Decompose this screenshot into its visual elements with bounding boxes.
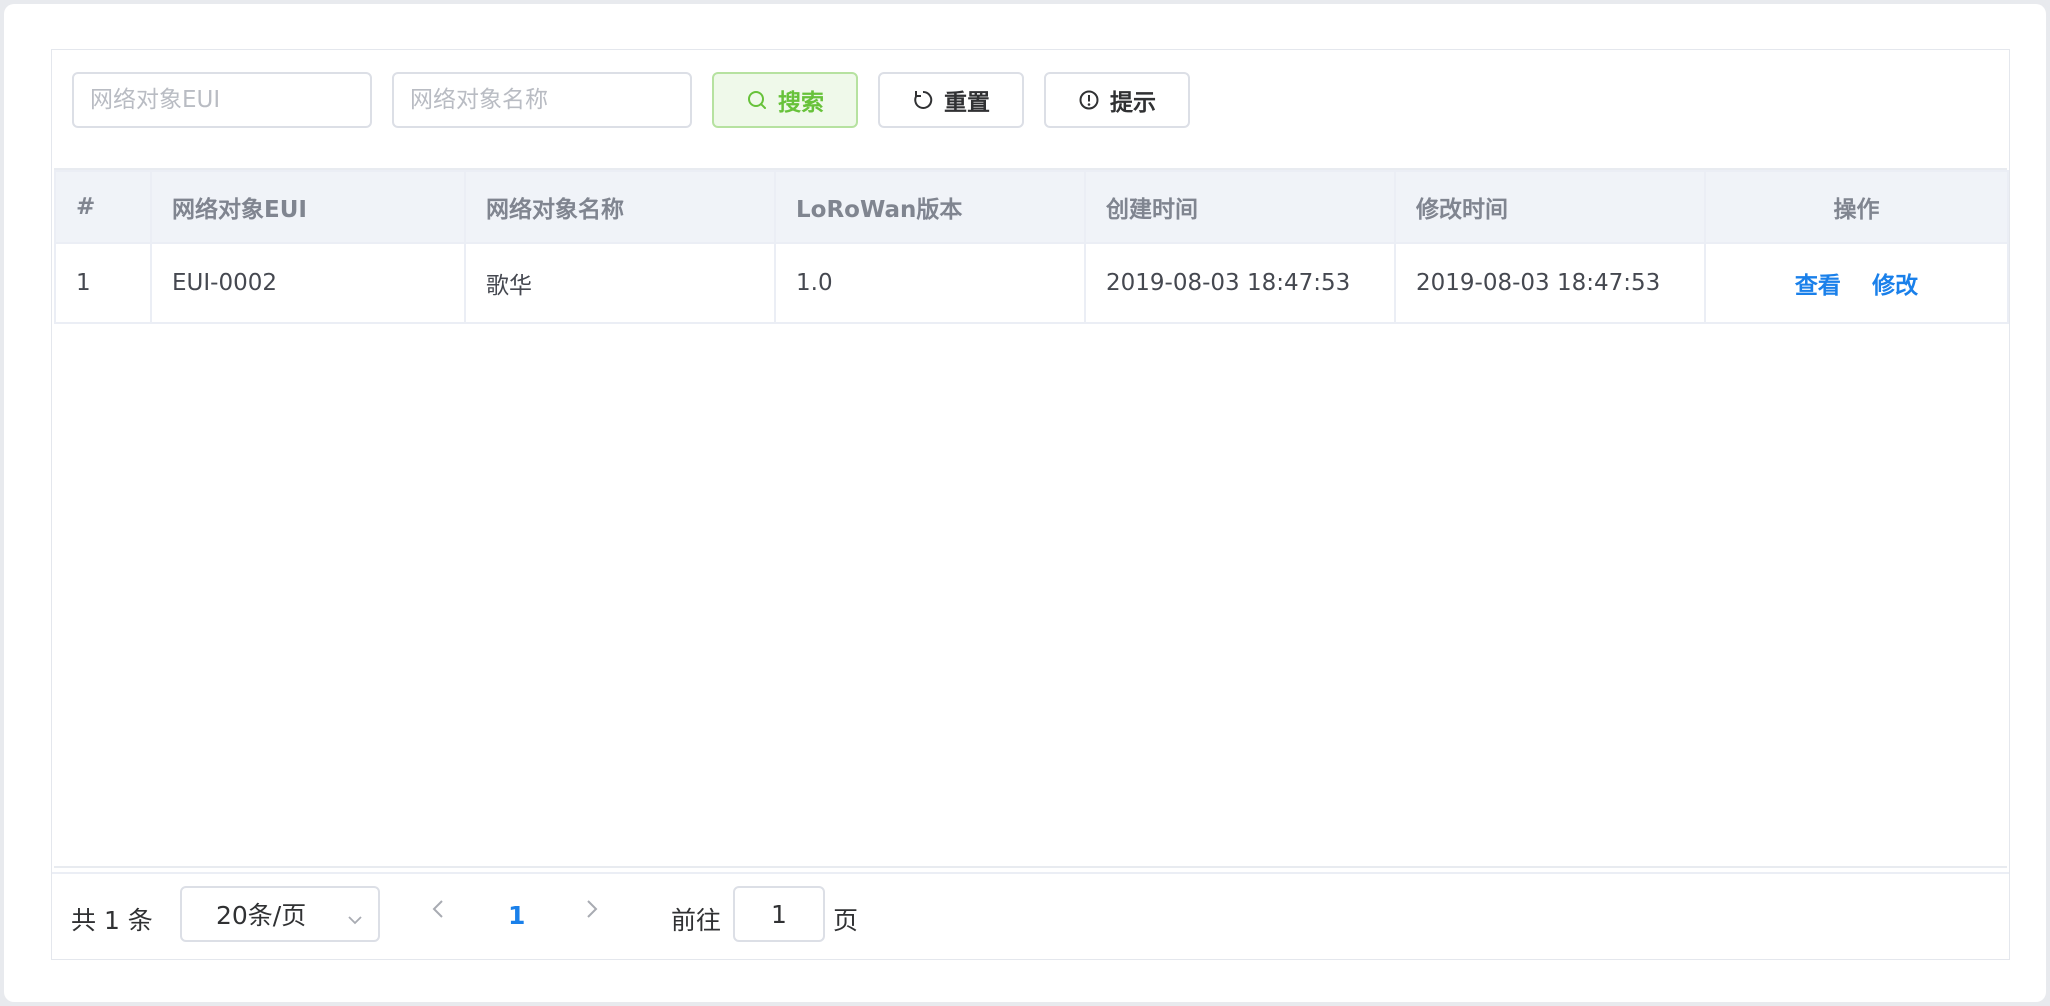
goto-page-input[interactable] — [733, 886, 825, 942]
reset-button[interactable]: 重置 — [878, 72, 1024, 128]
search-button[interactable]: 搜索 — [712, 72, 858, 128]
hint-button[interactable]: 提示 — [1044, 72, 1190, 128]
search-toolbar: 搜索 重置 提示 — [52, 50, 2009, 164]
chevron-down-icon — [346, 906, 364, 935]
search-icon — [746, 89, 768, 111]
column-header-eui: 网络对象EUI — [150, 170, 466, 244]
cell-actions: 查看 修改 — [1704, 242, 2009, 324]
name-search-input[interactable] — [392, 72, 692, 128]
pagination: 共 1 条 20条/页 1 前往 页 — [52, 872, 2009, 959]
search-button-label: 搜索 — [778, 90, 824, 116]
content-panel: 搜索 重置 提示 — [51, 49, 2010, 960]
cell-created: 2019-08-03 18:47:53 — [1084, 242, 1396, 324]
view-link[interactable]: 查看 — [1795, 273, 1841, 299]
app-window: 搜索 重置 提示 — [4, 4, 2046, 1002]
prev-page-button[interactable] — [430, 896, 446, 928]
goto-label: 前往 — [671, 906, 722, 935]
column-header-created: 创建时间 — [1084, 170, 1396, 244]
column-header-modified: 修改时间 — [1394, 170, 1706, 244]
info-icon — [1078, 89, 1100, 111]
total-count: 共 1 条 — [71, 906, 153, 935]
page-size-value: 20条/页 — [216, 901, 307, 930]
table-row: 1 EUI-0002 歌华 1.0 2019-08-03 18:47:53 20… — [54, 242, 2009, 324]
cell-modified: 2019-08-03 18:47:53 — [1394, 242, 1706, 324]
page-size-select[interactable]: 20条/页 — [180, 886, 380, 942]
column-header-index: # — [54, 170, 152, 244]
column-header-actions: 操作 — [1704, 170, 2009, 244]
data-table: # 网络对象EUI 网络对象名称 LoRoWan版本 创建时间 修改时间 操作 … — [54, 168, 2009, 868]
refresh-icon — [912, 89, 934, 111]
edit-link[interactable]: 修改 — [1872, 273, 1918, 299]
next-page-button[interactable] — [584, 896, 600, 928]
page-suffix-label: 页 — [833, 906, 859, 935]
cell-version: 1.0 — [774, 242, 1086, 324]
table-header-row: # 网络对象EUI 网络对象名称 LoRoWan版本 创建时间 修改时间 操作 — [54, 170, 2009, 244]
page-number-current[interactable]: 1 — [508, 901, 525, 930]
cell-index: 1 — [54, 242, 152, 324]
hint-button-label: 提示 — [1110, 90, 1156, 116]
reset-button-label: 重置 — [944, 90, 990, 116]
cell-name: 歌华 — [464, 242, 776, 324]
column-header-version: LoRoWan版本 — [774, 170, 1086, 244]
eui-search-input[interactable] — [72, 72, 372, 128]
column-header-name: 网络对象名称 — [464, 170, 776, 244]
cell-eui: EUI-0002 — [150, 242, 466, 324]
